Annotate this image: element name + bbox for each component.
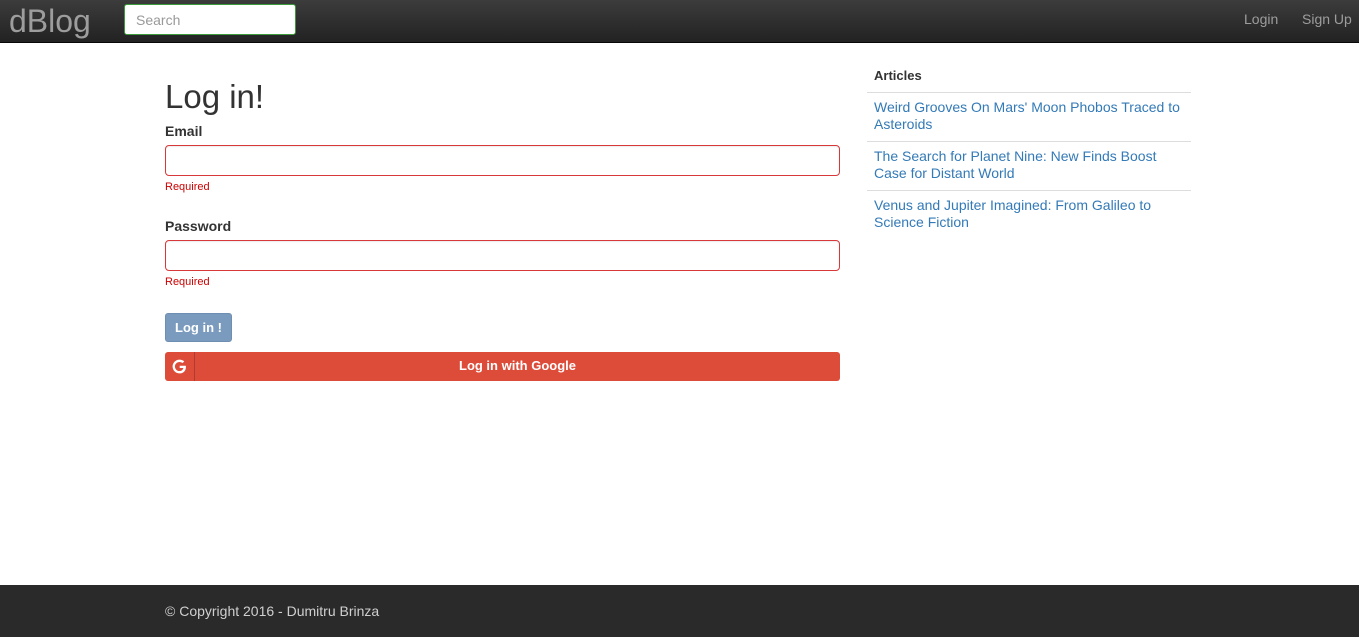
article-list-item: The Search for Planet Nine: New Finds Bo… <box>867 141 1191 190</box>
email-field[interactable] <box>165 145 840 176</box>
page-title: Log in! <box>165 78 265 115</box>
search-input[interactable] <box>124 4 296 35</box>
sidebar-title: Articles <box>874 68 922 83</box>
google-login-label: Log in with Google <box>459 358 576 373</box>
password-field[interactable] <box>165 240 840 271</box>
google-login-button[interactable]: Log in with Google <box>165 352 840 381</box>
article-link[interactable]: The Search for Planet Nine: New Finds Bo… <box>874 148 1190 182</box>
password-label: Password <box>165 218 232 234</box>
footer: © Copyright 2016 - Dumitru Brinza <box>0 585 1359 637</box>
article-link[interactable]: Venus and Jupiter Imagined: From Galileo… <box>874 197 1190 231</box>
google-icon <box>165 352 195 381</box>
email-label: Email <box>165 123 203 139</box>
login-button[interactable]: Log in ! <box>165 313 232 342</box>
password-error-text: Required <box>165 276 210 288</box>
article-list-item: Weird Grooves On Mars' Moon Phobos Trace… <box>867 92 1191 141</box>
article-list-item: Venus and Jupiter Imagined: From Galileo… <box>867 190 1191 239</box>
email-error-text: Required <box>165 181 210 193</box>
nav-login-link[interactable]: Login <box>1244 11 1278 27</box>
nav-signup-link[interactable]: Sign Up <box>1302 11 1352 27</box>
brand-logo[interactable]: dBlog <box>9 2 91 40</box>
navbar: dBlog Login Sign Up <box>0 0 1359 43</box>
article-link[interactable]: Weird Grooves On Mars' Moon Phobos Trace… <box>874 99 1190 133</box>
footer-copyright: © Copyright 2016 - Dumitru Brinza <box>165 603 380 619</box>
